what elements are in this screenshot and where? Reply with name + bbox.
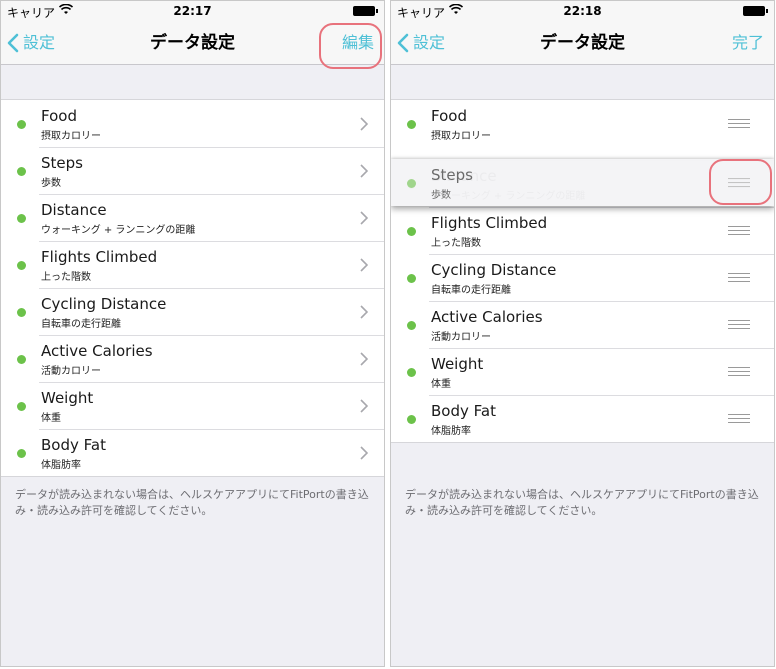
chevron-right-icon: [360, 304, 369, 323]
status-time: 22:18: [563, 4, 602, 18]
list-item[interactable]: Body Fat 体脂肪率: [391, 395, 774, 442]
chevron-right-icon: [360, 351, 369, 370]
page-title: データ設定: [150, 33, 235, 53]
done-button[interactable]: 完了: [732, 31, 764, 55]
row-subtitle: 歩数: [431, 190, 451, 201]
chevron-left-icon: [7, 33, 19, 53]
page-title: データ設定: [540, 33, 625, 53]
status-dot: [407, 415, 416, 424]
list-item[interactable]: Food 摂取カロリー: [391, 100, 774, 147]
status-bar: キャリア 22:17: [1, 1, 384, 21]
row-subtitle: 摂取カロリー: [41, 131, 101, 142]
row-title: Flights Climbed: [431, 214, 548, 232]
status-bar: キャリア 22:18: [391, 1, 774, 21]
row-subtitle: 摂取カロリー: [431, 131, 491, 142]
data-type-list: Food摂取カロリーDistanceウォーキング + ランニングの距離Fligh…: [391, 99, 774, 443]
status-dot: [17, 214, 26, 223]
row-subtitle: 自転車の走行距離: [431, 285, 511, 296]
footer-note: データが読み込まれない場合は、ヘルスケアアプリにてFitPortの書き込み・読み…: [405, 488, 759, 517]
reorder-handle-icon[interactable]: [728, 273, 750, 282]
reorder-handle-icon[interactable]: [728, 414, 750, 423]
row-title: Active Calories: [431, 308, 543, 326]
row-title: Active Calories: [41, 342, 153, 360]
back-button[interactable]: 設定: [7, 31, 55, 55]
list-item[interactable]: Flights Climbed 上った階数: [391, 207, 774, 254]
chevron-right-icon: [360, 210, 369, 229]
row-title: Body Fat: [431, 402, 496, 420]
row-title: Flights Climbed: [41, 248, 158, 266]
chevron-right-icon: [360, 257, 369, 276]
row-title: Steps: [41, 154, 83, 172]
row-subtitle: 体重: [431, 379, 451, 390]
row-subtitle: 活動カロリー: [431, 332, 491, 343]
chevron-left-icon: [397, 33, 409, 53]
chevron-right-icon: [360, 116, 369, 135]
list-item[interactable]: Steps 歩数: [1, 147, 384, 194]
row-subtitle: 自転車の走行距離: [41, 319, 121, 330]
reorder-handle-icon[interactable]: [728, 119, 750, 128]
chevron-right-icon: [360, 445, 369, 464]
status-dot: [17, 402, 26, 411]
status-dot: [17, 120, 26, 129]
row-title: Cycling Distance: [41, 295, 167, 313]
list-item[interactable]: Active Calories 活動カロリー: [1, 335, 384, 382]
row-title: Body Fat: [41, 436, 106, 454]
reorder-handle-icon[interactable]: [728, 178, 750, 187]
status-dot: [407, 120, 416, 129]
list-item[interactable]: Cycling Distance 自転車の走行距離: [1, 288, 384, 335]
row-title: Weight: [431, 355, 484, 373]
row-subtitle: 歩数: [41, 178, 61, 189]
list-item[interactable]: Active Calories 活動カロリー: [391, 301, 774, 348]
list-item[interactable]: Distance ウォーキング + ランニングの距離: [1, 194, 384, 241]
back-button[interactable]: 設定: [397, 31, 445, 55]
row-title: Cycling Distance: [431, 261, 557, 279]
status-dot: [407, 274, 416, 283]
list-item[interactable]: Weight 体重: [391, 348, 774, 395]
reorder-handle-icon[interactable]: [728, 226, 750, 235]
dragging-row[interactable]: Steps 歩数: [391, 159, 774, 206]
navigation-bar: 設定 データ設定 完了: [391, 21, 774, 65]
battery-icon: [353, 6, 378, 16]
row-subtitle: 上った階数: [41, 272, 91, 283]
row-title: Steps: [431, 166, 473, 184]
status-dot: [407, 321, 416, 330]
list-item[interactable]: Weight 体重: [1, 382, 384, 429]
chevron-right-icon: [360, 163, 369, 182]
settings-screen-view-mode: キャリア 22:17 設定 データ設定 編集 Food 摂取カロリー Steps 歩数…: [0, 0, 385, 667]
status-dot: [17, 167, 26, 176]
list-item[interactable]: Body Fat 体脂肪率: [1, 429, 384, 476]
row-subtitle: 体脂肪率: [41, 460, 81, 471]
list-item[interactable]: Cycling Distance 自転車の走行距離: [391, 254, 774, 301]
row-subtitle: 体重: [41, 413, 61, 424]
row-subtitle: 体脂肪率: [431, 426, 471, 437]
status-time: 22:17: [173, 4, 212, 18]
status-dot: [407, 179, 416, 188]
data-type-list: Food 摂取カロリー Steps 歩数 Distance ウォーキング + ランニングの…: [1, 99, 384, 477]
back-button-label: 設定: [413, 33, 446, 52]
status-dot: [17, 261, 26, 270]
status-dot: [17, 355, 26, 364]
row-subtitle: 上った階数: [431, 238, 481, 249]
back-button-label: 設定: [23, 33, 56, 52]
row-title: Weight: [41, 389, 94, 407]
status-dot: [407, 368, 416, 377]
footer-note: データが読み込まれない場合は、ヘルスケアアプリにてFitPortの書き込み・読み…: [15, 488, 369, 517]
list-item[interactable]: Food 摂取カロリー: [1, 100, 384, 147]
status-dot: [407, 227, 416, 236]
status-dot: [17, 449, 26, 458]
row-title: Distance: [41, 201, 107, 219]
battery-icon: [743, 6, 768, 16]
edit-button[interactable]: 編集: [342, 31, 374, 55]
status-dot: [17, 308, 26, 317]
row-title: Food: [41, 107, 77, 125]
chevron-right-icon: [360, 398, 369, 417]
list-item[interactable]: Flights Climbed 上った階数: [1, 241, 384, 288]
reorder-handle-icon[interactable]: [728, 367, 750, 376]
row-subtitle: ウォーキング + ランニングの距離: [41, 225, 196, 236]
navigation-bar: 設定 データ設定 編集: [1, 21, 384, 65]
row-subtitle: 活動カロリー: [41, 366, 101, 377]
row-title: Food: [431, 107, 467, 125]
settings-screen-edit-mode: キャリア 22:18 設定 データ設定 完了 Food摂取カロリーDistanc…: [390, 0, 775, 667]
reorder-handle-icon[interactable]: [728, 320, 750, 329]
